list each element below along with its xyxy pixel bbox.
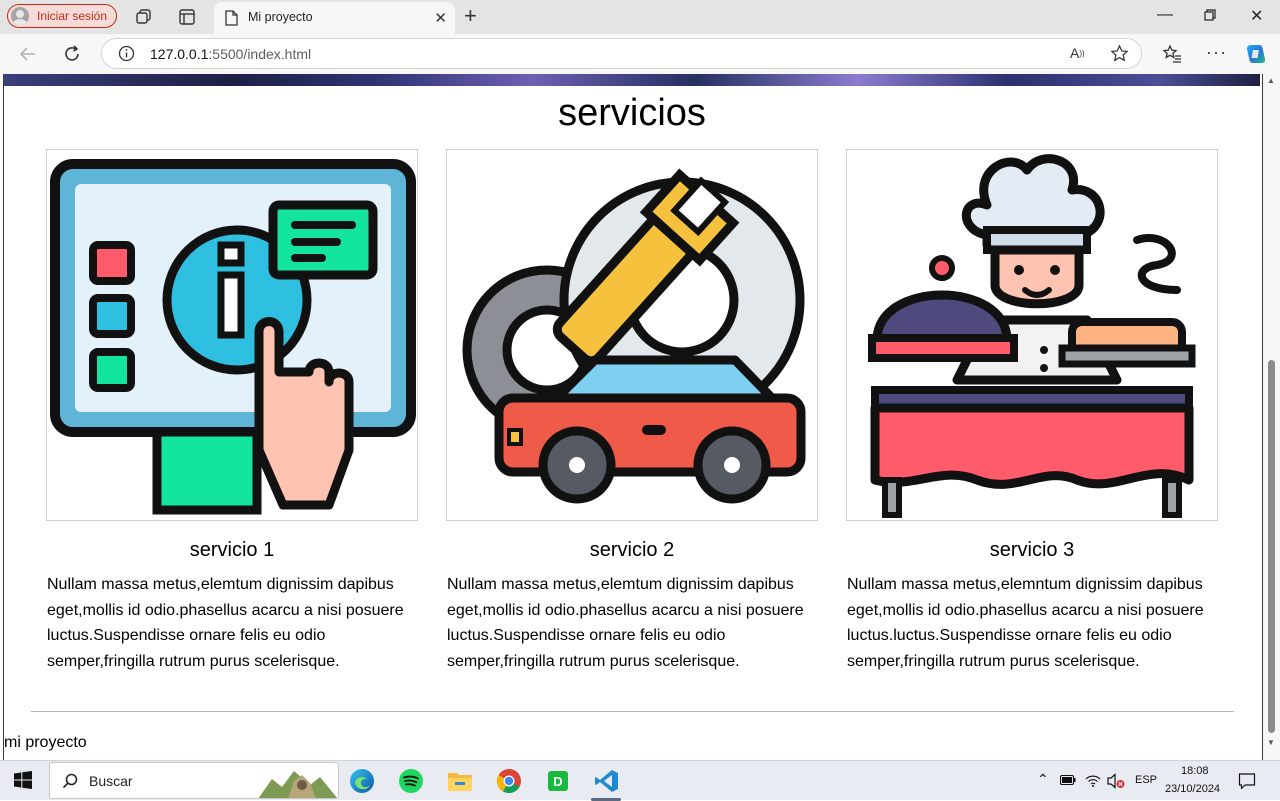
service-description-2: Nullam massa metus,elemtum dignissim dap… — [447, 576, 804, 670]
language-indicator[interactable]: ESP — [1135, 774, 1157, 786]
notifications-icon[interactable] — [1238, 772, 1256, 790]
vscode-icon[interactable] — [592, 766, 622, 796]
search-highlight-image — [258, 765, 338, 798]
edge-browser-icon[interactable] — [347, 766, 377, 796]
signin-label: Iniciar sesión — [37, 9, 108, 23]
windows-start-icon[interactable] — [14, 771, 32, 789]
chrome-icon[interactable] — [494, 766, 524, 796]
signin-button[interactable]: Iniciar sesión — [7, 4, 117, 28]
information-kiosk-icon — [50, 159, 416, 515]
footer-divider — [31, 711, 1234, 712]
scroll-up-icon[interactable]: ▲ — [1267, 76, 1275, 85]
window-close-icon[interactable]: ✕ — [1250, 6, 1263, 26]
more-options-icon[interactable]: ··· — [1206, 42, 1227, 63]
url-host: 127.0.0.1 — [150, 46, 209, 62]
scrollbar-thumb[interactable] — [1268, 360, 1275, 733]
favorite-star-icon[interactable] — [1110, 44, 1129, 63]
service-card-2: servicio 2 Nullam massa metus,elemtum di… — [446, 149, 818, 674]
workspaces-icon[interactable] — [135, 8, 153, 26]
service-card-1: servicio 1 Nullam massa metus,elemtum di… — [46, 149, 418, 674]
search-icon — [62, 773, 78, 789]
clock-date[interactable]: 23/10/2024 — [1165, 783, 1220, 795]
chef-catering-icon — [868, 154, 1196, 518]
wifi-icon[interactable] — [1085, 773, 1101, 787]
page-viewport: servicios servicio 1 Nullam massa metus,… — [0, 74, 1280, 760]
service-image-3 — [846, 149, 1218, 521]
service-description-3: Nullam massa metus,elemntum dignissim da… — [847, 576, 1204, 670]
tab-mi-proyecto[interactable]: Mi proyecto ✕ — [214, 2, 455, 34]
service-image-1 — [46, 149, 418, 521]
reload-icon[interactable] — [62, 44, 82, 64]
service-title-1: servicio 1 — [189, 539, 275, 561]
spotify-icon[interactable] — [396, 766, 426, 796]
clock-time[interactable]: 18:08 — [1181, 765, 1209, 777]
url-field[interactable]: 127.0.0.1:5500/index.html A)) — [101, 38, 1142, 69]
car-repair-icon — [462, 168, 806, 504]
url-text: 127.0.0.1:5500/index.html — [150, 46, 311, 62]
service-title-3: servicio 3 — [989, 539, 1075, 561]
hero-banner-image — [4, 74, 1260, 86]
back-icon[interactable] — [18, 44, 38, 64]
close-icon[interactable]: ✕ — [434, 9, 447, 27]
address-toolbar: 127.0.0.1:5500/index.html A)) ··· — [0, 34, 1280, 74]
restore-icon[interactable] — [1204, 8, 1216, 26]
svg-text:D: D — [553, 774, 562, 789]
windows-taskbar: Buscar D ⌃ ESP 18:08 23/10/2024 — [0, 760, 1280, 801]
service-image-2 — [446, 149, 818, 521]
scroll-down-icon[interactable]: ▼ — [1267, 738, 1275, 747]
browser-tab-bar: Iniciar sesión Mi proyecto ✕ + — ✕ — [0, 0, 1280, 34]
site-info-icon[interactable] — [118, 45, 135, 62]
search-label: Buscar — [89, 773, 133, 789]
service-title-2: servicio 2 — [589, 539, 675, 561]
tab-actions-icon[interactable] — [178, 8, 196, 26]
dbeaver-app-icon[interactable]: D — [543, 766, 573, 796]
favorites-list-icon[interactable] — [1162, 44, 1182, 64]
service-card-3: servicio 3 Nullam massa metus,elemntum d… — [846, 149, 1218, 674]
section-title: servicios — [558, 92, 706, 134]
new-tab-icon[interactable]: + — [464, 4, 477, 28]
profile-avatar-icon — [11, 7, 29, 25]
footer-text: mi proyecto — [4, 734, 87, 751]
taskbar-search-field[interactable]: Buscar — [49, 762, 339, 799]
copilot-icon[interactable] — [1244, 42, 1268, 66]
file-explorer-icon[interactable] — [445, 766, 475, 796]
vertical-scrollbar[interactable]: ▲ ▼ — [1263, 74, 1280, 760]
page-icon — [224, 10, 238, 26]
battery-icon[interactable] — [1060, 774, 1076, 786]
read-aloud-icon[interactable]: A)) — [1070, 45, 1085, 61]
tab-title: Mi proyecto — [248, 10, 313, 24]
volume-muted-icon[interactable] — [1107, 773, 1125, 789]
url-path: :5500/index.html — [208, 46, 312, 62]
service-description-1: Nullam massa metus,elemtum dignissim dap… — [47, 576, 404, 670]
show-hidden-icons-icon[interactable]: ⌃ — [1037, 771, 1049, 788]
minimize-icon[interactable]: — — [1157, 6, 1173, 24]
